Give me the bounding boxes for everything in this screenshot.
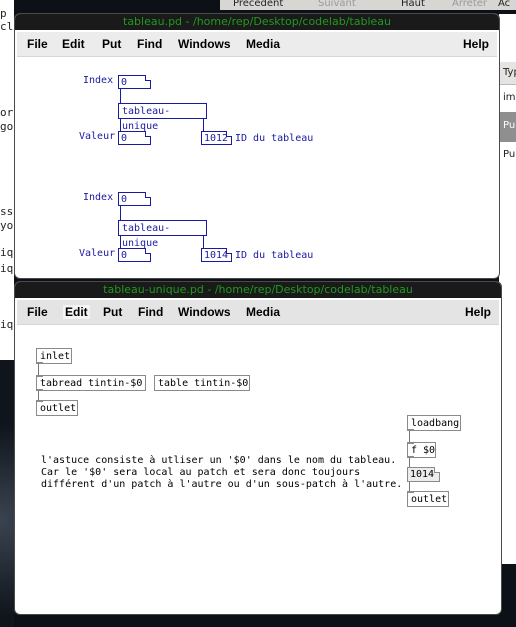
patch-cord <box>409 431 410 442</box>
menu-media[interactable]: Media <box>246 37 280 51</box>
comment-line: l'astuce consiste à utliser un '$0' dans… <box>41 455 397 466</box>
patch-cord <box>120 236 121 248</box>
desktop-background <box>0 360 14 627</box>
index-label: Index <box>83 75 114 86</box>
menu-media[interactable]: Media <box>246 305 280 319</box>
terminal-line: yo <box>0 219 14 232</box>
object-inlet[interactable] <box>36 400 43 402</box>
terminal-line: p <box>0 7 7 20</box>
f-object[interactable]: f $0 <box>407 442 436 458</box>
object-text: table tintin-$0 <box>158 378 249 389</box>
number-box[interactable]: 1014 <box>407 467 440 482</box>
index-number-box[interactable]: 0 <box>118 75 151 89</box>
background-terminal: p cl or go ss yo iq iq iq <box>0 0 14 360</box>
loadbang-object[interactable]: loadbang <box>407 415 461 431</box>
menu-windows[interactable]: Windows <box>178 37 231 51</box>
file-list-header[interactable]: Typ <box>499 62 516 85</box>
index-label: Index <box>83 192 114 203</box>
window-title[interactable]: tableau-unique.pd - /home/rep/Desktop/co… <box>15 282 501 298</box>
patch-cord <box>409 458 410 467</box>
terminal-line: cl <box>0 20 14 33</box>
menu-put[interactable]: Put <box>102 37 121 51</box>
menu-help[interactable]: Help <box>465 305 491 319</box>
patch-cord <box>203 236 204 248</box>
file-row[interactable]: Pu <box>503 149 515 160</box>
pd-window-tableau-unique: tableau-unique.pd - /home/rep/Desktop/co… <box>14 281 502 615</box>
pd-window-tableau: tableau.pd - /home/rep/Desktop/codelab/t… <box>14 13 500 279</box>
window-title[interactable]: tableau.pd - /home/rep/Desktop/codelab/t… <box>15 14 499 30</box>
menu-find[interactable]: Find <box>137 37 162 51</box>
comment: l'astuce consiste à utliser un '$0' dans… <box>41 455 402 491</box>
object-inlet[interactable] <box>407 442 414 444</box>
stop-button[interactable]: Arrêter <box>452 0 487 9</box>
patch-cord <box>203 119 204 131</box>
terminal-line: ss <box>0 205 14 218</box>
ac-button[interactable]: Ac <box>498 0 510 9</box>
table-id-number-box[interactable]: 1012 <box>201 131 232 145</box>
comment-line: Car le '$0' sera local au patch et sera … <box>41 467 361 478</box>
object-text: tabread tintin-$0 <box>40 378 143 389</box>
menu-file[interactable]: File <box>27 37 48 51</box>
valeur-label: Valeur <box>79 248 116 259</box>
menu-bar: File Edit Put Find Windows Media Help <box>17 32 497 57</box>
file-row-selected[interactable]: Pu <box>499 112 516 142</box>
terminal-line: iq <box>0 246 14 259</box>
tabread-object[interactable]: tabread tintin-$0 <box>36 375 146 391</box>
menu-edit[interactable]: Edit <box>62 37 85 51</box>
patch-canvas[interactable]: inlet tabread tintin-$0 table tintin-$0 … <box>17 325 499 612</box>
menu-bar: File Edit Put Find Windows Media Help <box>17 300 499 325</box>
object-inlet[interactable] <box>407 491 414 493</box>
object-text: f $0 <box>411 445 436 456</box>
index-number-box[interactable]: 0 <box>118 192 151 206</box>
menu-edit[interactable]: Edit <box>63 305 90 319</box>
valeur-number-box[interactable]: 0 <box>118 248 151 262</box>
valeur-label: Valeur <box>79 131 116 142</box>
column-type-header[interactable]: Typ <box>503 67 516 78</box>
previous-button[interactable]: Précédent <box>233 0 283 9</box>
patch-cord <box>120 119 121 131</box>
menu-windows[interactable]: Windows <box>178 305 231 319</box>
terminal-line: go <box>0 120 14 133</box>
object-text: loadbang <box>411 418 460 429</box>
table-object[interactable]: table tintin-$0 <box>154 375 250 391</box>
id-label: ID du tableau <box>235 133 314 144</box>
inlet-object[interactable]: inlet <box>36 348 72 364</box>
patch-cord <box>38 391 39 400</box>
next-button[interactable]: Suivant <box>318 0 356 9</box>
up-button[interactable]: Haut <box>401 0 425 9</box>
patch-canvas[interactable]: Index 0 tableau-unique Valeur 0 1012 ID … <box>17 57 497 276</box>
table-id-number-box[interactable]: 1014 <box>201 248 232 262</box>
terminal-line: iq <box>0 262 14 275</box>
patch-cord <box>120 89 121 103</box>
terminal-line: or <box>0 106 14 119</box>
object-text: inlet <box>40 351 71 362</box>
comment-line: différent d'un patch à l'autre ou d'un s… <box>41 479 403 490</box>
object-text: outlet <box>411 494 448 505</box>
background-browser-toolbar: Précédent Suivant Haut Arrêter Ac <box>220 0 516 10</box>
menu-find[interactable]: Find <box>138 305 163 319</box>
valeur-number-box[interactable]: 0 <box>118 131 151 145</box>
id-label: ID du tableau <box>235 250 314 261</box>
file-row[interactable]: im <box>503 92 516 103</box>
menu-help[interactable]: Help <box>463 37 489 51</box>
terminal-line: iq <box>0 318 14 331</box>
outlet-object[interactable]: outlet <box>36 400 78 416</box>
object-inlet[interactable] <box>36 375 43 377</box>
patch-cord <box>38 364 39 375</box>
file-row-label: Pu <box>503 120 516 131</box>
menu-file[interactable]: File <box>27 305 48 319</box>
patch-cord <box>409 482 410 491</box>
tableau-unique-object[interactable]: tableau-unique <box>118 103 207 132</box>
outlet-object[interactable]: outlet <box>407 491 449 507</box>
object-text: outlet <box>40 403 77 414</box>
menu-put[interactable]: Put <box>103 305 122 319</box>
tableau-unique-object[interactable]: tableau-unique <box>118 220 207 249</box>
patch-cord <box>120 206 121 220</box>
